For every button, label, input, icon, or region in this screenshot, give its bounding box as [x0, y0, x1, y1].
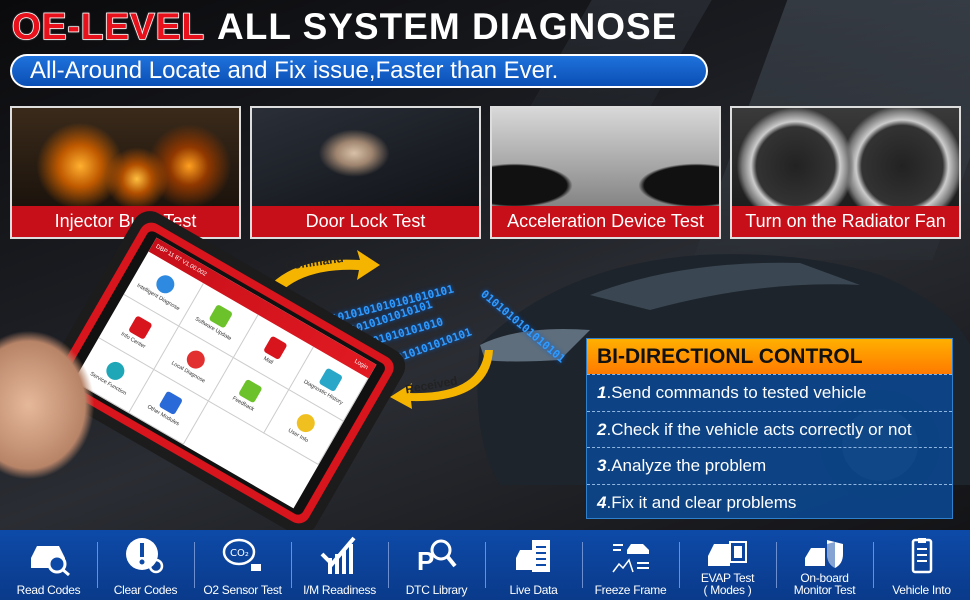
tile-label: Acceleration Device Test — [492, 206, 719, 237]
feature-freeze-frame: Freeze Frame — [582, 530, 679, 600]
freeze-frame-icon — [611, 544, 649, 573]
headline-text: ALL SYSTEM DIAGNOSE — [217, 6, 678, 47]
check-bars-icon — [320, 536, 356, 574]
tile-label: Injector Buzz Test — [12, 206, 239, 237]
feature-im-readiness: I/M Readiness — [291, 530, 388, 600]
car-chip-icon — [707, 541, 747, 566]
feature-bar: Read Codes Clear Codes CO₂ O2 Sensor Test… — [0, 530, 970, 600]
banner: OE-LEVEL ALL SYSTEM DIAGNOSE All-Around L… — [0, 0, 970, 600]
tile-injector-buzz-test: Injector Buzz Test — [10, 106, 241, 239]
headline-highlight: OE-LEVEL — [11, 5, 206, 48]
feature-live-data: Live Data — [485, 530, 582, 600]
step-item: 1.Send commands to tested vehicle — [587, 374, 952, 411]
car-search-icon — [30, 546, 70, 576]
feature-read-codes: Read Codes — [0, 530, 97, 600]
feature-vehicle-info: Vehicle Into — [873, 530, 970, 600]
feature-o2-sensor-test: CO₂ O2 Sensor Test — [194, 530, 291, 600]
exclamation-search-icon — [125, 538, 163, 574]
car-data-icon — [515, 540, 550, 572]
subtitle-banner: All-Around Locate and Fix issue,Faster t… — [10, 54, 708, 88]
bidirectional-control-panel: BI-DIRECTIONL CONTROL 1.Send commands to… — [586, 338, 953, 519]
step-item: 2.Check if the vehicle acts correctly or… — [587, 410, 952, 448]
tile-acceleration-device-test: Acceleration Device Test — [490, 106, 721, 239]
feature-evap-test: EVAP Test ( Modes ) — [679, 530, 776, 600]
step-item: 4.Fix it and clear problems — [587, 483, 952, 521]
svg-text:CO₂: CO₂ — [230, 548, 249, 559]
clipboard-icon — [911, 538, 932, 574]
p-code-search-icon: P — [417, 539, 457, 576]
co2-sensor-icon: CO₂ — [222, 538, 261, 571]
tile-radiator-fan: Turn on the Radiator Fan — [730, 106, 961, 239]
feature-dtc-library: P DTC Library — [388, 530, 485, 600]
feature-clear-codes: Clear Codes — [97, 530, 194, 600]
tile-door-lock-test: Door Lock Test — [250, 106, 481, 239]
tile-label: Turn on the Radiator Fan — [732, 206, 959, 237]
hand-image — [0, 330, 95, 480]
headline: OE-LEVEL ALL SYSTEM DIAGNOSE — [11, 5, 678, 48]
feature-onboard-monitor-test: On-board Monitor Test — [776, 530, 873, 600]
step-item: 3.Analyze the problem — [587, 447, 952, 484]
car-shield-icon — [804, 540, 843, 568]
tile-label: Door Lock Test — [252, 206, 479, 237]
panel-title: BI-DIRECTIONL CONTROL — [587, 339, 952, 374]
